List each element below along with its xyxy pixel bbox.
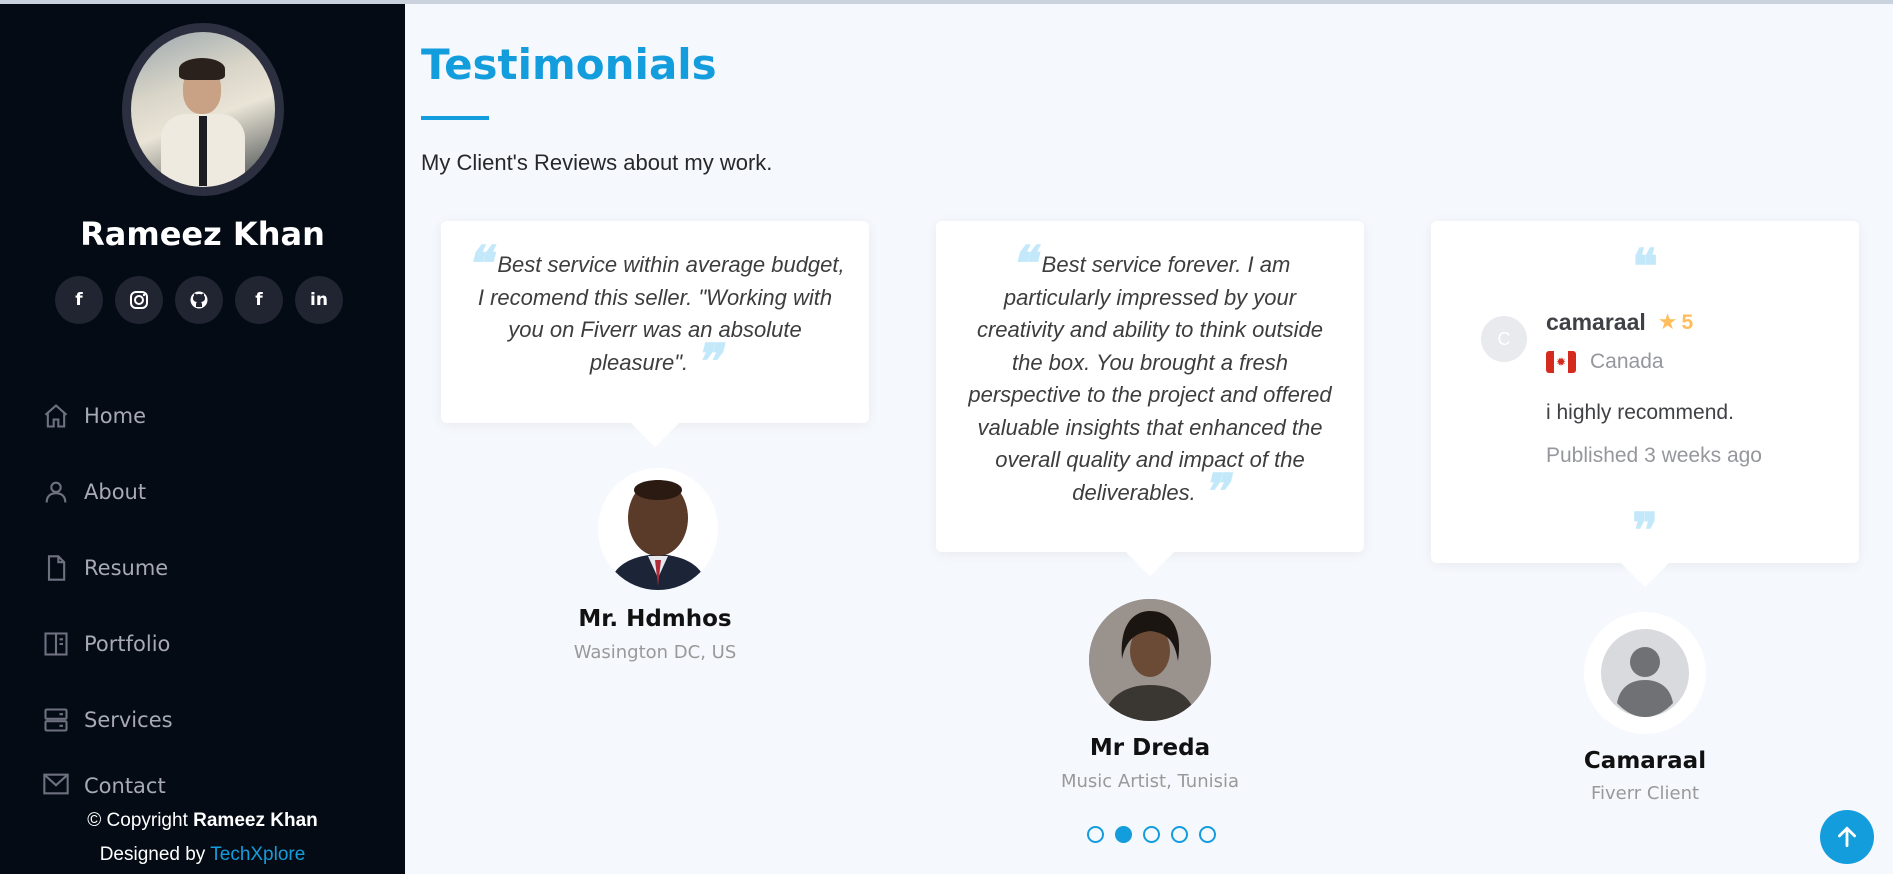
person-icon [45,481,67,503]
quote-close-icon: ❞ [1201,463,1228,520]
nav-item-services[interactable]: Services [42,682,173,758]
file-icon [47,555,66,581]
client-photo [1089,599,1211,721]
nav-item-portfolio[interactable]: Portfolio [42,606,173,682]
quote-open-icon: ❝ [1632,239,1658,295]
nav-item-about[interactable]: About [42,454,173,530]
review-country: Canada [1590,350,1664,373]
section-subtitle: My Client's Reviews about my work. [421,150,773,175]
carousel-dot-active[interactable] [1115,826,1132,843]
quote-close-icon: ❞ [1632,503,1658,559]
nav-item-label: Contact [84,774,166,798]
client-name: Mr. Hdmhos [578,606,732,632]
review-username[interactable]: camaraal [1546,309,1646,336]
portfolio-icon [44,632,68,656]
top-border [0,0,1893,4]
review-rating: 5 [1681,310,1694,334]
testimonial-quote: ❝ Best service within average budget, I … [465,236,845,390]
testimonial-card: ❝ C camaraal ★ 5 ✹ Canada i highly recom… [1431,221,1859,587]
sidebar: Rameez Khan f f in Home About Resume Por… [0,0,405,874]
nav-item-home[interactable]: Home [42,378,173,454]
review-text: i highly recommend. [1546,401,1734,424]
canada-flag-icon: ✹ [1546,351,1576,373]
copyright-name: Rameez Khan [193,810,318,831]
client-role: Wasington DC, US [573,642,737,663]
envelope-icon [43,773,69,795]
instagram-icon[interactable] [115,276,163,324]
home-icon [44,404,68,428]
title-underline [421,116,489,120]
linkedin-icon[interactable]: in [295,276,343,324]
client-photo [1584,612,1706,734]
profile-name[interactable]: Rameez Khan [0,215,405,253]
client-name: Mr Dreda [1089,735,1211,761]
arrow-up-icon [1838,826,1856,848]
server-icon [44,708,68,732]
client-name: Camaraal [1583,748,1707,774]
review-published: Published 3 weeks ago [1546,444,1762,467]
nav-item-label: Resume [84,556,169,580]
copyright-prefix: © Copyright [87,810,188,831]
github-icon[interactable] [175,276,223,324]
client-role: Fiverr Client [1590,783,1700,804]
nav-item-contact[interactable]: Contact [42,758,173,798]
nav-item-label: Home [84,404,147,428]
testimonial-card: ❝ Best service forever. I am particularl… [936,221,1364,576]
nav-item-label: Portfolio [84,632,171,656]
designed-prefix: Designed by [99,844,206,865]
nav-item-label: About [84,480,147,504]
testimonial-card: ❝ Best service within average budget, I … [441,221,869,447]
carousel-dot[interactable] [1171,826,1188,843]
carousel-pagination [1087,826,1216,843]
copyright: © Copyright Rameez Khan Designed by Tech… [0,804,405,872]
carousel-dot[interactable] [1087,826,1104,843]
profile-avatar [122,23,284,196]
nav-item-label: Services [84,708,173,732]
review-avatar: C [1481,316,1527,362]
section-title: Testimonials [421,40,717,89]
quote-close-icon: ❞ [694,333,721,390]
carousel-dot[interactable] [1199,826,1216,843]
designer-link[interactable]: TechXplore [210,844,305,865]
back-to-top-button[interactable] [1820,810,1874,864]
carousel-dot[interactable] [1143,826,1160,843]
facebook-icon[interactable]: f [235,276,283,324]
facebook-icon[interactable]: f [55,276,103,324]
main-nav: Home About Resume Portfolio Services Con… [42,378,173,798]
client-role: Music Artist, Tunisia [1060,771,1240,792]
social-links: f f in [55,276,343,324]
client-photo [598,468,718,590]
nav-item-resume[interactable]: Resume [42,530,173,606]
testimonial-quote: ❝ Best service forever. I am particularl… [968,236,1332,520]
star-icon: ★ [1657,310,1678,335]
